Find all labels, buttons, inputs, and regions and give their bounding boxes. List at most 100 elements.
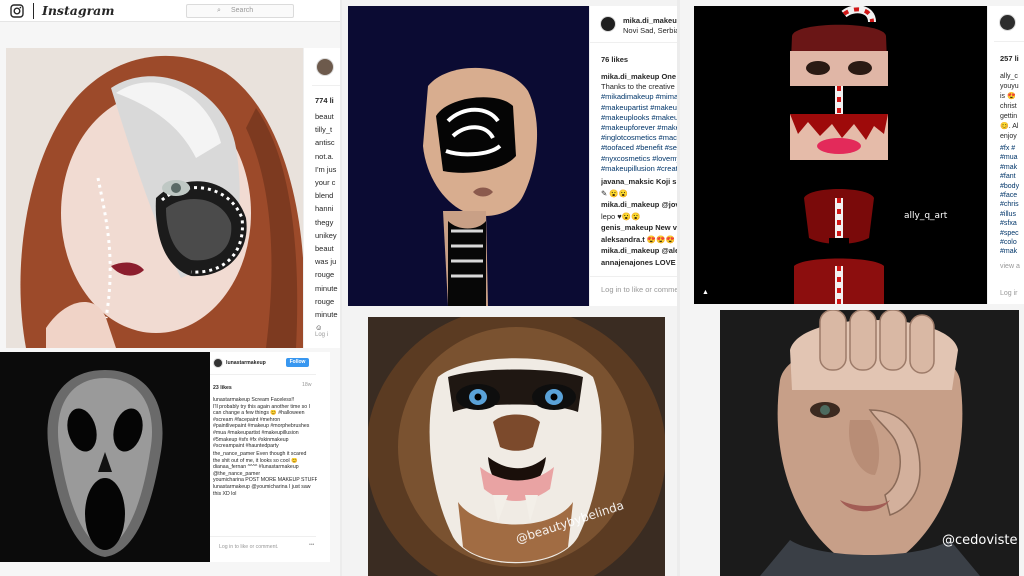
post3-caption: ally_c youyu is 😍 christ gettin 😊. Al enjoy <box>1000 72 1024 142</box>
post2-comment-line: ✎ 😮😮 <box>601 188 629 198</box>
search-placeholder: Search <box>231 7 254 14</box>
post1-comment-line: minute <box>315 283 338 293</box>
zipper-face-art <box>6 48 303 348</box>
post1-comment-line: minute <box>315 310 338 320</box>
post4-comment-line: @the_nance_pamer <box>213 470 261 477</box>
post1-side-panel: 774 li beaut tilly_t antisc not.a. I'm jus yo… <box>303 48 340 348</box>
post1-comment-line: was ju <box>315 257 337 267</box>
post4-comment-line: this XD lol <box>213 490 237 497</box>
post4-more-icon[interactable]: ••• <box>309 542 314 549</box>
post2-comments: javana_maksic Koji si ti ✎ 😮😮 mika.di_make… <box>601 176 677 268</box>
post2-login[interactable]: Log in to like or comme <box>601 285 677 296</box>
post3-person-icon[interactable]: ▲ <box>702 289 709 296</box>
search-icon: ⌕ <box>217 7 221 14</box>
post4-comment-line: the_nance_pamer Even though it scared <box>213 451 307 457</box>
post3-tags: #fx # #mua #mak #fant #body #face #chris #illus… <box>1000 144 1024 257</box>
post2-location[interactable]: Novi Sad, Serbia <box>623 26 677 37</box>
search-box[interactable]: ⌕ Search <box>186 4 294 18</box>
post2-comment-line: annajenajones LOVE i <box>601 257 677 267</box>
post3-caption-line: christ <box>1000 103 1017 110</box>
post4-bottom-divider <box>210 536 316 537</box>
post3-avatar[interactable] <box>999 14 1016 31</box>
post1-comment-line: your c <box>315 178 336 188</box>
column-right: ally_q_art ▲ 257 li ally_c youyu is 😍 chris… <box>680 0 1024 576</box>
post4-caption-line: #mua #makeupartist #makeupillusion <box>213 429 299 436</box>
post2-caption-line: mika.di_makeup One m <box>601 72 677 81</box>
post3-likes: 257 li <box>1000 54 1019 63</box>
post4-comment-line: the shit out of me, it looks so cool 😊 <box>213 457 298 464</box>
post1-avatar[interactable] <box>316 58 334 76</box>
post-image-illusion-face[interactable] <box>348 6 589 306</box>
post2-caption-line: #makeupillusion #creat <box>601 163 677 173</box>
post3-tag-line: #mak <box>1000 248 1018 256</box>
post4-caption: lunastarmakeup Scream Faceless!! I'll pro… <box>213 397 317 450</box>
instagram-camera-icon[interactable] <box>10 4 24 18</box>
post4-divider <box>210 374 316 375</box>
post2-comment-line: aleksandra.t 😍😍😍 <box>601 234 675 244</box>
post4-comments: the_nance_pamer Even though it scared the… <box>213 451 317 497</box>
post-image-zipper-face[interactable] <box>6 48 303 348</box>
post4-avatar[interactable] <box>213 358 223 368</box>
post1-login[interactable]: Log i <box>315 330 328 341</box>
post1-comment-line: rouge <box>315 270 335 280</box>
post3-caption-line: 😊. Al <box>1000 123 1019 130</box>
post4-username[interactable]: lunastarmakeup <box>226 360 266 367</box>
post2-comment-line: lepo ♥😮😮 <box>601 211 641 221</box>
post-image-scream-face[interactable] <box>0 352 210 562</box>
post-candy-cane-face: ally_q_art ▲ 257 li ally_c youyu is 😍 chris… <box>694 6 1024 304</box>
post3-tag-line: #fx # <box>1000 145 1016 152</box>
post4-login[interactable]: Log in to like or comment. <box>219 544 278 551</box>
post-zipper-face: 774 li beaut tilly_t antisc not.a. I'm jus yo… <box>6 48 340 348</box>
post4-caption-line: #screampaint #hauntedparty <box>213 443 279 450</box>
post4-time: 18w <box>302 382 312 388</box>
post-image-lion-face[interactable]: @beautybybelinda <box>368 317 665 576</box>
post2-caption-line: #makeupforever #make <box>601 123 677 133</box>
post-hand-face: @cedoviste <box>720 310 1019 576</box>
post3-view-all[interactable]: view a <box>1000 262 1020 273</box>
post4-likes: 23 likes <box>213 385 232 391</box>
post4-caption-line: #scream #facepaint #mehron <box>213 416 281 423</box>
post3-tag-line: #chris <box>1000 201 1019 209</box>
post3-login[interactable]: Log ir <box>1000 289 1018 300</box>
post4-comment-line: lunastarmakeup @youmicharina I just saw <box>213 483 311 490</box>
post1-comments: beaut tilly_t antisc not.a. I'm jus your c ble… <box>315 110 340 334</box>
post1-comment-line: blend <box>315 191 334 201</box>
post1-comment-line: unikey <box>315 230 337 240</box>
post-image-candy-cane-face[interactable]: ally_q_art ▲ <box>694 6 987 304</box>
post3-caption-line: youyu <box>1000 83 1019 90</box>
post3-watermark: ally_q_art <box>904 211 948 221</box>
post4-caption-line: I'll probably try this again another tim… <box>213 403 311 410</box>
post3-tag-line: #sfxa <box>1000 220 1017 228</box>
post1-comment-line: beaut <box>315 244 334 254</box>
post4-side-panel: lunastarmakeup Follow 23 likes 18w lunas… <box>210 352 330 562</box>
post4-follow-button[interactable]: Follow <box>286 358 309 367</box>
post1-divider <box>312 85 340 86</box>
post2-caption-line: #makeupartist #makeu <box>601 102 677 112</box>
illusion-face-art <box>348 6 589 306</box>
post2-bottom-divider <box>590 276 677 277</box>
post-image-hand-face[interactable]: @cedoviste <box>720 310 1019 576</box>
post2-username[interactable]: mika.di_makeup <box>623 16 677 27</box>
post3-tag-line: #mak <box>1000 163 1018 171</box>
post3-side-panel: 257 li ally_c youyu is 😍 christ gettin 😊. Al e… <box>987 6 1024 304</box>
post2-avatar[interactable] <box>600 16 616 32</box>
post2-comment-line: mika.di_makeup @jova <box>601 200 677 209</box>
post2-caption-line: #nyxcosmetics #lovemy <box>601 153 677 163</box>
post1-comment-line: tilly_t <box>315 125 333 135</box>
post1-comment-line: hanni <box>315 204 334 214</box>
instagram-logo[interactable]: Instagram <box>42 3 115 18</box>
post3-tag-line: #fant <box>1000 173 1016 181</box>
post1-likes: 774 li <box>315 96 334 105</box>
post2-comment-line: genis_makeup New vid <box>601 223 677 232</box>
post3-tag-line: #body <box>1000 182 1020 190</box>
post2-divider <box>590 42 677 43</box>
post2-likes: 76 likes <box>601 55 629 64</box>
post4-caption-line: can change a few things 😊 #halloween <box>213 410 305 417</box>
column-middle: mika.di_makeup Novi Sad, Serbia 76 likes… <box>342 0 677 576</box>
post3-tag-line: #illus <box>1000 210 1016 218</box>
post4-comment-line: dianaa_fernan ^^^^ #lunastarmakeup <box>213 464 299 471</box>
post2-side-panel: mika.di_makeup Novi Sad, Serbia 76 likes… <box>589 6 677 306</box>
post3-divider <box>994 41 1024 42</box>
post2-caption-line: #inglotcosmetics #mac <box>601 133 677 143</box>
post1-comment-line: not.a. <box>315 151 334 161</box>
